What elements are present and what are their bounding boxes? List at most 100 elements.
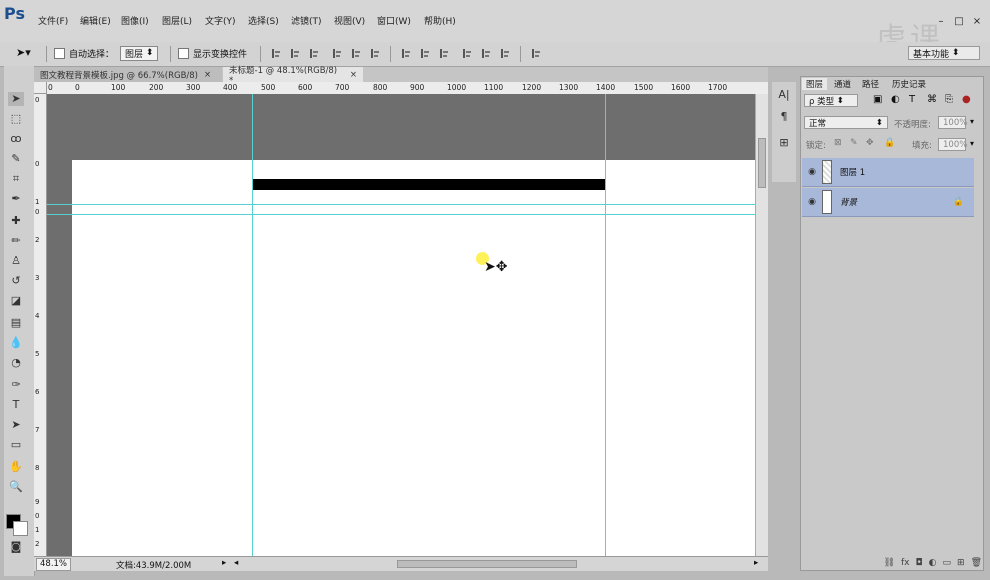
horizontal-guide[interactable]	[47, 214, 755, 215]
filter-pixel-icon[interactable]: ▣	[873, 94, 882, 105]
tab-layers[interactable]: 图层	[802, 78, 828, 90]
tab-history[interactable]: 历史记录	[888, 78, 930, 90]
align-vcenter-icon[interactable]	[289, 48, 300, 59]
distribute-hcenter-icon[interactable]	[480, 48, 491, 59]
document-canvas[interactable]	[72, 160, 755, 556]
tab-paths[interactable]: 路径	[858, 78, 883, 90]
brush-tool-icon[interactable]: ✏	[8, 234, 24, 248]
rectangle-tool-icon[interactable]: ▭	[8, 438, 24, 452]
lock-all-icon[interactable]: 🔒	[884, 138, 895, 148]
align-top-icon[interactable]	[270, 48, 281, 59]
status-arrow-icon[interactable]: ▸	[222, 558, 226, 568]
filter-smart-icon[interactable]: ⎘	[945, 94, 953, 105]
clone-stamp-tool-icon[interactable]: ♙	[8, 254, 24, 268]
horizontal-guide[interactable]	[47, 204, 755, 205]
fill-slider-icon[interactable]: ▾	[970, 139, 974, 148]
vertical-scroll-thumb[interactable]	[758, 138, 766, 188]
align-right-icon[interactable]	[369, 48, 380, 59]
canvas-area[interactable]: ➤✥	[47, 94, 755, 556]
add-mask-icon[interactable]: ◘	[916, 558, 923, 568]
minimize-button[interactable]: –	[934, 16, 948, 28]
marquee-tool-icon[interactable]: ⬚	[8, 112, 24, 126]
path-selection-tool-icon[interactable]: ➤	[8, 418, 24, 432]
align-left-icon[interactable]	[331, 48, 342, 59]
adjustment-layer-icon[interactable]: ◐	[929, 558, 937, 568]
distribute-bottom-icon[interactable]	[438, 48, 449, 59]
auto-select-dropdown[interactable]: 图层 ⬍	[120, 45, 159, 61]
fill-field[interactable]: 100%	[938, 138, 967, 151]
hand-tool-icon[interactable]: ✋	[8, 460, 24, 474]
eye-icon[interactable]: ◉	[802, 167, 822, 177]
filter-adjust-icon[interactable]: ◐	[891, 94, 900, 105]
type-tool-icon[interactable]: T	[8, 398, 24, 412]
tab-close-icon[interactable]: ×	[350, 70, 357, 80]
layer-row-background[interactable]: ◉ 背景 🔒	[802, 188, 974, 217]
zoom-tool-icon[interactable]: 🔍	[8, 480, 24, 494]
tab-document-1[interactable]: 图文教程背景模板.jpg @ 66.7%(RGB/8) ×	[34, 67, 222, 82]
close-button[interactable]: ×	[970, 16, 984, 28]
new-layer-icon[interactable]: ⊞	[957, 558, 965, 568]
horizontal-scroll-thumb[interactable]	[397, 560, 577, 568]
blend-mode-dropdown[interactable]: 正常 ⬍	[804, 116, 888, 129]
character-panel-icon[interactable]: A|	[776, 88, 792, 102]
layer-filter-dropdown[interactable]: ρ 类型 ⬍	[804, 94, 858, 107]
background-color-swatch[interactable]	[13, 521, 28, 536]
eyedropper-tool-icon[interactable]: ✒	[8, 192, 24, 206]
quick-select-tool-icon[interactable]: ✎	[8, 152, 24, 166]
pen-tool-icon[interactable]: ✑	[8, 378, 24, 392]
paragraph-panel-icon[interactable]: ¶	[776, 110, 792, 124]
document-info[interactable]: 文档:43.9M/2.00M	[116, 559, 191, 571]
quick-mask-icon[interactable]: ◙	[8, 540, 24, 554]
menu-window[interactable]: 窗口(W)	[377, 14, 411, 27]
tab-channels[interactable]: 通道	[830, 78, 855, 90]
filter-shape-icon[interactable]: ⌘	[927, 94, 937, 105]
zoom-level-field[interactable]: 48.1%	[36, 558, 72, 571]
auto-select-checkbox[interactable]: 自动选择：	[54, 46, 114, 60]
layer-style-icon[interactable]: fx	[901, 558, 910, 568]
dodge-tool-icon[interactable]: ◔	[8, 356, 24, 370]
new-group-icon[interactable]: ▭	[943, 558, 952, 568]
align-hcenter-icon[interactable]	[350, 48, 361, 59]
scroll-right-icon[interactable]: ▸	[754, 558, 758, 568]
menu-select[interactable]: 选择(S)	[248, 14, 279, 27]
menu-layer[interactable]: 图层(L)	[162, 14, 192, 27]
lock-transparent-icon[interactable]: ⊠	[834, 138, 842, 148]
vertical-guide[interactable]	[252, 94, 253, 556]
menu-filter[interactable]: 滤镜(T)	[291, 14, 322, 27]
filter-toggle-icon[interactable]: ●	[962, 94, 971, 105]
distribute-right-icon[interactable]	[499, 48, 510, 59]
gradient-tool-icon[interactable]: ▤	[8, 316, 24, 330]
auto-align-icon[interactable]	[530, 48, 541, 59]
tab-close-icon[interactable]: ×	[204, 70, 211, 80]
crop-tool-icon[interactable]: ⌗	[8, 172, 24, 186]
move-tool-icon[interactable]: ➤	[8, 92, 24, 106]
tool-presets-icon[interactable]: ⊞	[776, 136, 792, 150]
link-layers-icon[interactable]: ⛓	[884, 558, 895, 568]
move-tool-preset-icon[interactable]: ➤▾	[16, 46, 31, 59]
show-transform-controls-checkbox[interactable]: 显示变换控件	[178, 46, 247, 60]
menu-view[interactable]: 视图(V)	[334, 14, 365, 27]
scroll-left-icon[interactable]: ◂	[234, 558, 238, 568]
history-brush-tool-icon[interactable]: ↺	[8, 274, 24, 288]
distribute-vcenter-icon[interactable]	[419, 48, 430, 59]
vertical-ruler[interactable]: 0 0 1 0 2 3 4 5 6 7 8 9 0 1 2	[34, 94, 47, 556]
restore-button[interactable]: □	[952, 16, 966, 28]
ruler-origin[interactable]	[34, 82, 47, 94]
layer-name[interactable]: 背景	[840, 196, 857, 208]
opacity-slider-icon[interactable]: ▾	[970, 117, 974, 126]
menu-edit[interactable]: 编辑(E)	[80, 14, 111, 27]
tab-document-2[interactable]: 未标题-1 @ 48.1%(RGB/8) * ×	[223, 66, 363, 86]
eraser-tool-icon[interactable]: ◪	[8, 294, 24, 308]
delete-layer-icon[interactable]: 🗑	[971, 558, 982, 568]
menu-file[interactable]: 文件(F)	[38, 14, 68, 27]
menu-help[interactable]: 帮助(H)	[424, 14, 456, 27]
workspace-dropdown[interactable]: 基本功能 ⬍	[908, 46, 980, 60]
menu-type[interactable]: 文字(Y)	[205, 14, 236, 27]
menu-image[interactable]: 图像(I)	[121, 14, 149, 27]
lock-position-icon[interactable]: ✥	[866, 138, 874, 148]
align-bottom-icon[interactable]	[308, 48, 319, 59]
eye-icon[interactable]: ◉	[802, 197, 822, 207]
layer-name[interactable]: 图层 1	[840, 166, 865, 178]
layer-row-layer1[interactable]: ◉ 图层 1	[802, 158, 974, 187]
blur-tool-icon[interactable]: 💧	[8, 336, 24, 350]
